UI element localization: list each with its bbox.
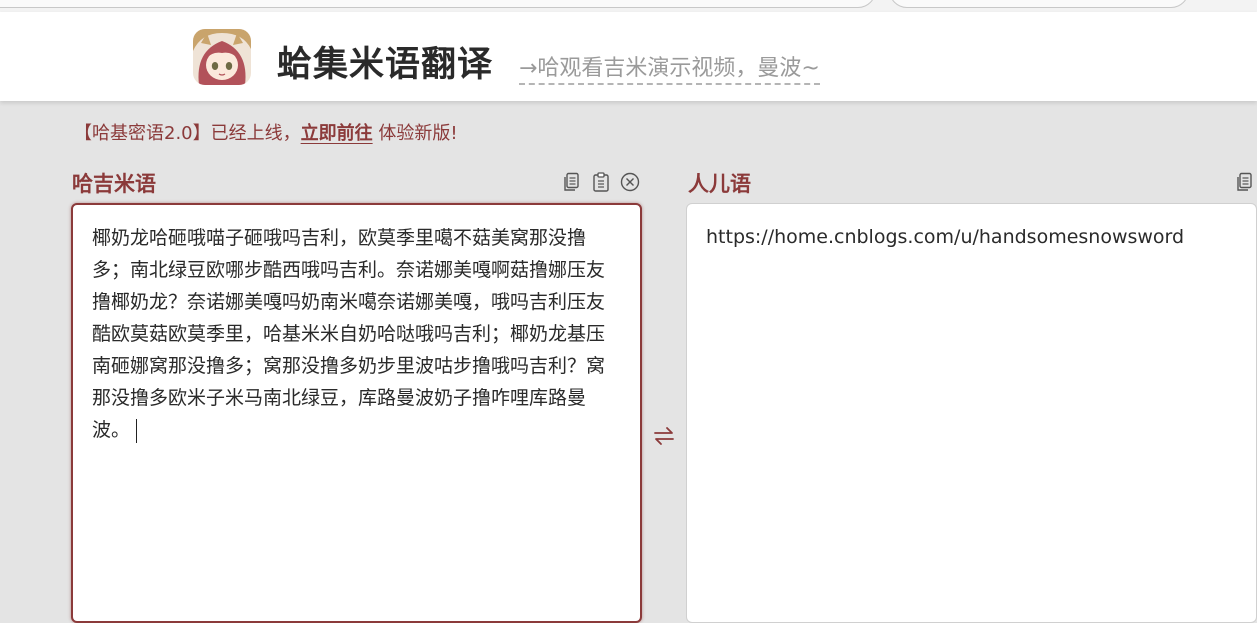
page-title: 蛤集米语翻译 xyxy=(277,45,494,85)
copy-icon[interactable] xyxy=(1234,171,1256,193)
source-toolbar xyxy=(561,171,641,193)
translation-output[interactable]: https://home.cnblogs.com/u/handsomesnows… xyxy=(686,203,1257,623)
announcement-text: 【哈基密语2.0】已经上线， xyxy=(74,123,301,144)
announcement-banner: 【哈基密语2.0】已经上线，立即前往 体验新版! xyxy=(74,119,458,145)
site-header: 蛤集米语翻译 →哈观看吉米演示视频，曼波~ xyxy=(0,12,1257,101)
announcement-suffix: 体验新版! xyxy=(378,123,458,144)
text-caret xyxy=(136,418,138,443)
source-text-input[interactable]: 椰奶龙哈砸哦喵子砸哦吗吉利，欧莫季里噶不菇美窝那没撸多；南北绿豆欧哪步酷西哦吗吉… xyxy=(71,203,642,623)
go-now-link[interactable]: 立即前往 xyxy=(301,123,373,144)
search-bar-edge[interactable] xyxy=(889,0,1189,8)
source-text: 椰奶龙哈砸哦喵子砸哦吗吉利，欧莫季里噶不菇美窝那没撸多；南北绿豆欧哪步酷西哦吗吉… xyxy=(92,227,606,441)
demo-video-link[interactable]: →哈观看吉米演示视频，曼波~ xyxy=(519,50,820,85)
browser-toolbar-strip xyxy=(0,0,1257,12)
source-language-label: 哈吉米语 xyxy=(72,172,156,196)
avatar xyxy=(193,29,251,85)
target-language-label: 人儿语 xyxy=(688,172,751,196)
clear-icon[interactable] xyxy=(619,171,641,193)
paste-icon[interactable] xyxy=(590,171,612,193)
address-bar-edge[interactable] xyxy=(0,0,876,8)
copy-icon[interactable] xyxy=(561,171,583,193)
target-toolbar xyxy=(1234,171,1256,193)
translation-text: https://home.cnblogs.com/u/handsomesnows… xyxy=(706,226,1185,248)
hajimi-avatar-icon xyxy=(193,29,251,85)
swap-languages-icon[interactable] xyxy=(651,423,677,449)
